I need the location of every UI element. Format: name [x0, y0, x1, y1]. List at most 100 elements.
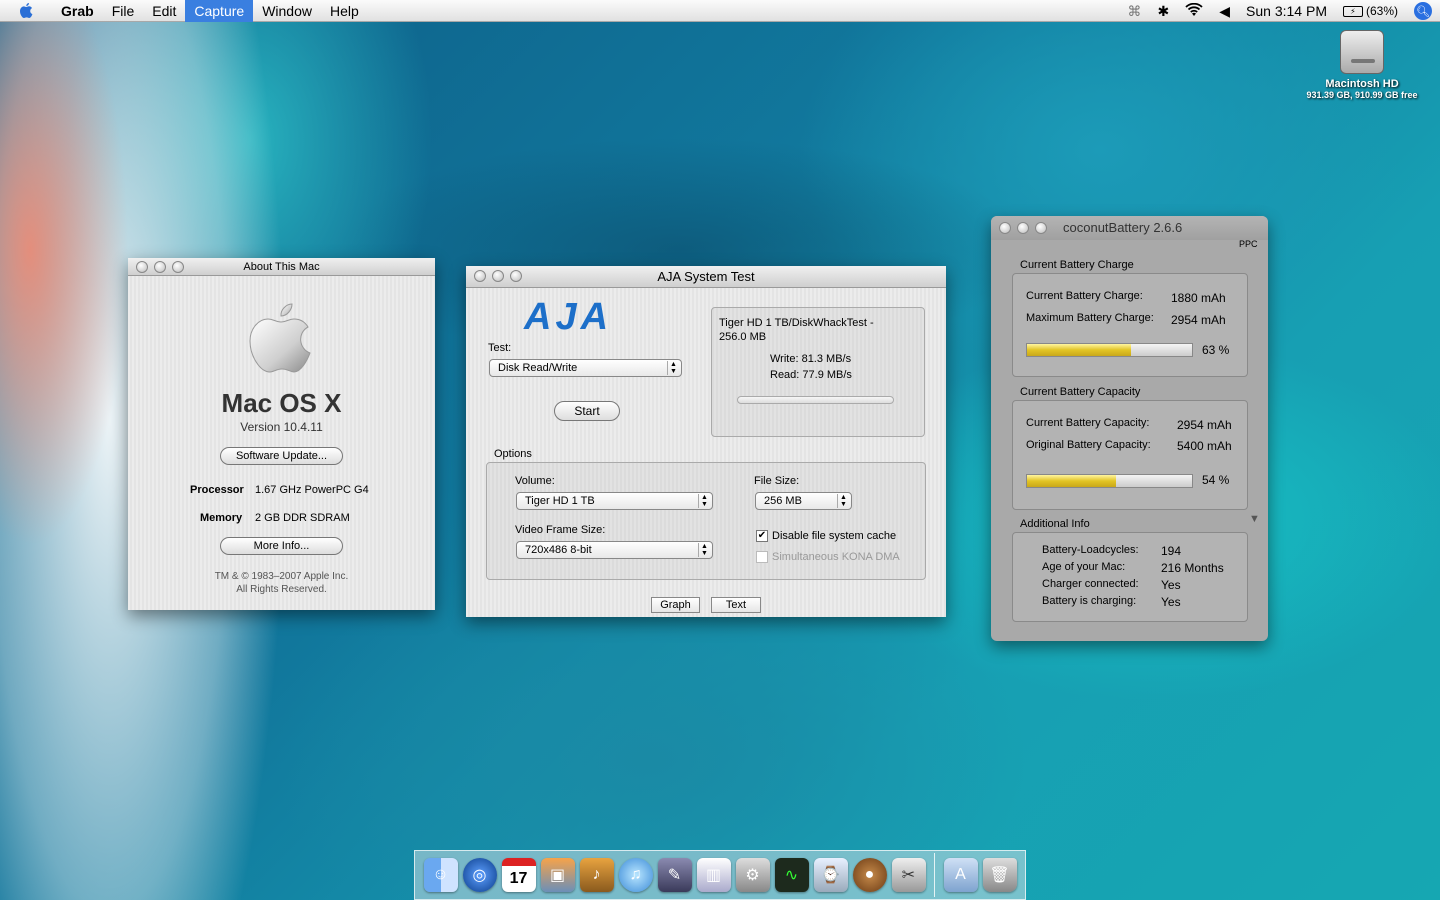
- volume-icon[interactable]: ◀: [1219, 3, 1230, 20]
- instruments-icon[interactable]: ✎: [657, 858, 692, 892]
- apple-menu-icon[interactable]: [0, 0, 52, 22]
- os-version: Version 10.4.11: [240, 420, 323, 434]
- grab-icon[interactable]: ✂: [891, 858, 926, 892]
- menu-file[interactable]: File: [103, 0, 144, 22]
- start-button[interactable]: Start: [554, 401, 620, 421]
- capacity-percent: 54 %: [1202, 473, 1230, 487]
- garageband-icon[interactable]: ♪: [579, 858, 614, 892]
- coconut-titlebar[interactable]: coconutBattery 2.6.6: [991, 216, 1268, 240]
- kona-dma-checkbox[interactable]: Simultaneous KONA DMA: [756, 551, 900, 564]
- charge-bar: [1026, 343, 1193, 357]
- close-button[interactable]: [999, 222, 1011, 234]
- max-charge-label: Maximum Battery Charge:: [1026, 312, 1154, 324]
- result-path-line-1: Tiger HD 1 TB/DiskWhackTest -: [719, 317, 874, 329]
- aja-system-test-icon[interactable]: ⌚: [813, 858, 848, 892]
- macintosh-hd-icon[interactable]: Macintosh HD 931.39 GB, 910.99 GB free: [1296, 30, 1428, 100]
- frame-size-select[interactable]: 720x486 8-bit ▲ ▼: [516, 541, 713, 559]
- trash-icon[interactable]: 🗑︎: [982, 858, 1017, 892]
- finder-icon[interactable]: ☺: [423, 858, 458, 892]
- checkmark-icon: ✔: [756, 530, 768, 543]
- system-preferences-icon[interactable]: ⚙: [735, 858, 770, 892]
- charge-group-label: Current Battery Charge: [1020, 259, 1134, 271]
- file-size-label: File Size:: [754, 475, 800, 487]
- minimize-button[interactable]: [492, 270, 504, 282]
- charger-connected-label: Charger connected:: [1042, 578, 1139, 590]
- current-charge-label: Current Battery Charge:: [1026, 290, 1143, 302]
- aja-system-test-window: AJA System Test AJA Test: Disk Read/Writ…: [466, 266, 946, 617]
- hard-disk-icon: [1340, 30, 1384, 74]
- iphoto-icon[interactable]: ▣: [540, 858, 575, 892]
- test-type-select[interactable]: Disk Read/Write ▲ ▼: [489, 359, 682, 377]
- charge-panel: Current Battery Charge: 1880 mAh Maximum…: [1012, 273, 1248, 377]
- capacity-bar: [1026, 474, 1193, 488]
- software-update-button[interactable]: Software Update...: [220, 447, 343, 465]
- coconut-battery-icon[interactable]: ●: [852, 858, 887, 892]
- dock: ☺ ◎ 17 ▣ ♪ ♫ ✎ ▥ ⚙ ∿ ⌚ ● ✂ A 🗑︎: [414, 850, 1026, 900]
- itunes-icon[interactable]: ♫: [618, 858, 653, 892]
- battery-icon: ⚡: [1342, 5, 1363, 17]
- spotlight-icon[interactable]: 🔍︎: [1414, 2, 1432, 20]
- zoom-button[interactable]: [1035, 222, 1047, 234]
- additional-info-panel: Battery-Loadcycles: 194 Age of your Mac:…: [1012, 532, 1248, 622]
- capacity-panel: Current Battery Capacity: 2954 mAh Origi…: [1012, 400, 1248, 510]
- menu-bar: Grab File Edit Capture Window Help ⌘ ✱ ◀…: [0, 0, 1440, 22]
- aja-titlebar[interactable]: AJA System Test: [466, 266, 946, 288]
- about-titlebar[interactable]: About This Mac: [128, 258, 435, 276]
- bluetooth-icon[interactable]: ✱: [1158, 3, 1170, 20]
- close-button[interactable]: [474, 270, 486, 282]
- disable-cache-label: Disable file system cache: [772, 530, 897, 542]
- test-type-value: Disk Read/Write: [498, 362, 578, 374]
- zoom-button[interactable]: [510, 270, 522, 282]
- grapher-icon[interactable]: ▥: [696, 858, 731, 892]
- battery-status[interactable]: ⚡ (63%): [1342, 4, 1398, 18]
- current-charge-value: 1880 mAh: [1171, 291, 1226, 305]
- frame-size-value: 720x486 8-bit: [525, 544, 592, 556]
- max-charge-value: 2954 mAh: [1171, 313, 1226, 327]
- current-capacity-value: 2954 mAh: [1177, 418, 1232, 432]
- menu-capture[interactable]: Capture: [185, 0, 254, 22]
- minimize-button[interactable]: [1017, 222, 1029, 234]
- memory-label: Memory: [200, 512, 243, 524]
- popup-arrows-icon: ▲ ▼: [837, 494, 849, 508]
- applications-folder-icon[interactable]: A: [943, 858, 978, 892]
- zoom-button[interactable]: [172, 261, 184, 273]
- menu-window[interactable]: Window: [253, 0, 321, 22]
- menu-help[interactable]: Help: [321, 0, 368, 22]
- about-this-mac-window: About This Mac Mac OS X Version 10.4.11 …: [128, 258, 435, 610]
- kona-dma-label: Simultaneous KONA DMA: [772, 551, 900, 563]
- additional-info-label: Additional Info: [1020, 518, 1090, 530]
- volume-value: Tiger HD 1 TB: [525, 495, 595, 507]
- window-title: AJA System Test: [657, 269, 755, 284]
- dock-separator: [934, 853, 935, 897]
- menu-edit[interactable]: Edit: [143, 0, 185, 22]
- menu-clock[interactable]: Sun 3:14 PM: [1246, 3, 1327, 19]
- processor-value: 1.67 GHz PowerPC G4: [255, 484, 369, 496]
- disclosure-triangle-icon[interactable]: ▼: [1249, 513, 1260, 525]
- test-label: Test:: [488, 342, 512, 354]
- volume-select[interactable]: Tiger HD 1 TB ▲ ▼: [516, 492, 713, 510]
- close-button[interactable]: [136, 261, 148, 273]
- wifi-icon[interactable]: [1185, 2, 1203, 20]
- menu-app-grab[interactable]: Grab: [52, 0, 103, 22]
- options-panel: Volume: Tiger HD 1 TB ▲ ▼ File Size: 256 …: [486, 462, 926, 580]
- text-button[interactable]: Text: [711, 597, 761, 613]
- script-menu-icon[interactable]: ⌘: [1128, 3, 1142, 20]
- processor-label: Processor: [190, 484, 244, 496]
- window-title: coconutBattery 2.6.6: [1063, 220, 1183, 235]
- ical-icon[interactable]: 17: [501, 858, 536, 892]
- activity-monitor-icon[interactable]: ∿: [774, 858, 809, 892]
- disable-cache-checkbox[interactable]: ✔ Disable file system cache: [756, 530, 897, 543]
- minimize-button[interactable]: [154, 261, 166, 273]
- frame-size-label: Video Frame Size:: [515, 524, 606, 536]
- charge-bar-fill: [1027, 344, 1131, 356]
- safari-icon[interactable]: ◎: [462, 858, 497, 892]
- original-capacity-label: Original Battery Capacity:: [1026, 439, 1151, 451]
- graph-button[interactable]: Graph: [651, 597, 700, 613]
- file-size-select[interactable]: 256 MB ▲ ▼: [755, 492, 852, 510]
- popup-arrows-icon: ▲ ▼: [698, 494, 710, 508]
- test-progress-bar: [737, 396, 894, 404]
- coconut-battery-window: coconutBattery 2.6.6 PPC Current Battery…: [991, 216, 1268, 641]
- mac-age-value: 216 Months: [1161, 561, 1224, 575]
- more-info-button[interactable]: More Info...: [220, 537, 343, 555]
- original-capacity-value: 5400 mAh: [1177, 439, 1232, 453]
